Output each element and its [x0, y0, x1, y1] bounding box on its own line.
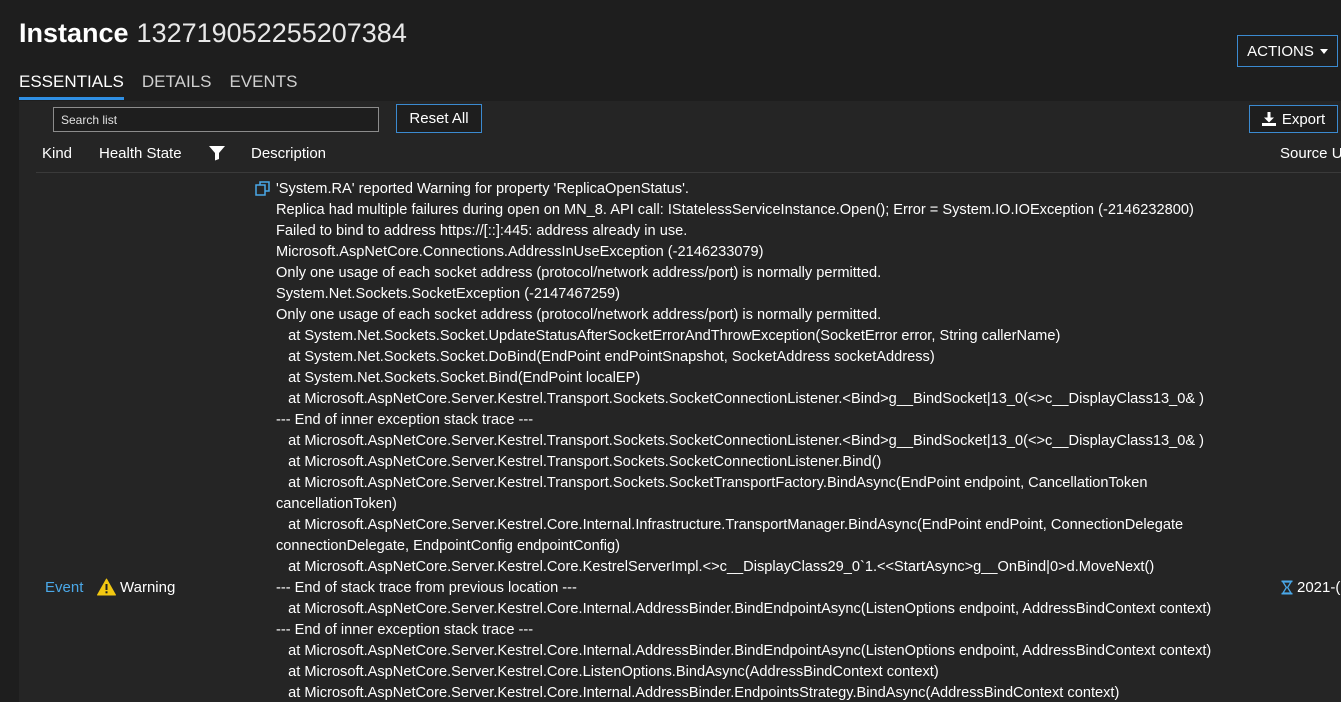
reset-all-button[interactable]: Reset All — [396, 104, 482, 133]
description-line: at Microsoft.AspNetCore.Server.Kestrel.C… — [276, 601, 1212, 617]
description-line: Replica had multiple failures during ope… — [276, 202, 1194, 218]
column-header-health-state[interactable]: Health State — [99, 145, 182, 162]
description-line: at Microsoft.AspNetCore.Server.Kestrel.C… — [276, 685, 1120, 701]
description-line: --- End of inner exception stack trace -… — [276, 412, 534, 428]
description-line: at Microsoft.AspNetCore.Server.Kestrel.C… — [276, 664, 939, 680]
hourglass-icon — [1281, 580, 1293, 595]
instance-id: 132719052255207384 — [136, 18, 407, 48]
description-line: at Microsoft.AspNetCore.Server.Kestrel.C… — [276, 643, 1212, 659]
page-title: Instance 132719052255207384 — [19, 16, 407, 50]
description-line: at Microsoft.AspNetCore.Server.Kestrel.C… — [276, 517, 1188, 554]
description-line: at Microsoft.AspNetCore.Server.Kestrel.T… — [276, 433, 1205, 449]
download-icon — [1261, 112, 1276, 126]
source-timestamp: 2021-( — [1297, 579, 1341, 596]
description-line: Only one usage of each socket address (p… — [276, 307, 882, 323]
health-events-panel: Reset All Export Kind Health State Descr… — [19, 101, 1341, 702]
description-line: --- End of stack trace from previous loc… — [276, 580, 577, 596]
column-header-source[interactable]: Source U — [1280, 145, 1341, 162]
description-line: at Microsoft.AspNetCore.Server.Kestrel.T… — [276, 454, 882, 470]
health-state-label: Warning — [120, 578, 176, 596]
description-summary: 'System.RA' reported Warning for propert… — [276, 181, 689, 197]
kind-event-link[interactable]: Event — [45, 579, 83, 596]
export-button[interactable]: Export — [1249, 105, 1338, 133]
description-details: Replica had multiple failures during ope… — [276, 200, 1255, 702]
description-line: --- End of inner exception stack trace -… — [276, 622, 534, 638]
description-line: at System.Net.Sockets.Socket.Bind(EndPoi… — [276, 370, 641, 386]
description-line: Only one usage of each socket address (p… — [276, 265, 882, 281]
copy-icon[interactable] — [255, 181, 271, 197]
description-line: at Microsoft.AspNetCore.Server.Kestrel.T… — [276, 391, 1205, 407]
tab-bar: ESSENTIALS DETAILS EVENTS — [19, 70, 316, 100]
header-divider — [36, 172, 1341, 173]
description-line: at Microsoft.AspNetCore.Server.Kestrel.T… — [276, 475, 1152, 512]
column-header-description[interactable]: Description — [251, 145, 326, 162]
description-line: System.Net.Sockets.SocketException (-214… — [276, 286, 620, 302]
description-cell: 'System.RA' reported Warning for propert… — [255, 179, 1255, 702]
actions-dropdown-button[interactable]: ACTIONS — [1237, 35, 1338, 67]
description-line: at System.Net.Sockets.Socket.UpdateStatu… — [276, 328, 1061, 344]
description-line: Microsoft.AspNetCore.Connections.Address… — [276, 244, 764, 260]
description-line: at System.Net.Sockets.Socket.DoBind(EndP… — [276, 349, 935, 365]
filter-icon[interactable] — [208, 145, 226, 161]
search-input[interactable] — [53, 107, 379, 132]
description-line: Failed to bind to address https://[::]:4… — [276, 223, 688, 239]
tab-details[interactable]: DETAILS — [142, 70, 212, 100]
caret-down-icon — [1319, 48, 1328, 54]
instance-page: Instance 132719052255207384 ACTIONS ESSEN… — [0, 0, 1341, 702]
tab-essentials[interactable]: ESSENTIALS — [19, 70, 124, 100]
health-state-cell: Warning — [97, 578, 175, 596]
source-timestamp-cell: 2021-( — [1281, 579, 1340, 596]
tab-events[interactable]: EVENTS — [229, 70, 297, 100]
export-label: Export — [1281, 110, 1326, 128]
description-line: at Microsoft.AspNetCore.Server.Kestrel.C… — [276, 559, 1155, 575]
column-header-kind[interactable]: Kind — [42, 145, 72, 162]
warning-icon — [97, 578, 116, 596]
actions-label: ACTIONS — [1247, 42, 1314, 60]
page-title-prefix: Instance — [19, 18, 129, 48]
